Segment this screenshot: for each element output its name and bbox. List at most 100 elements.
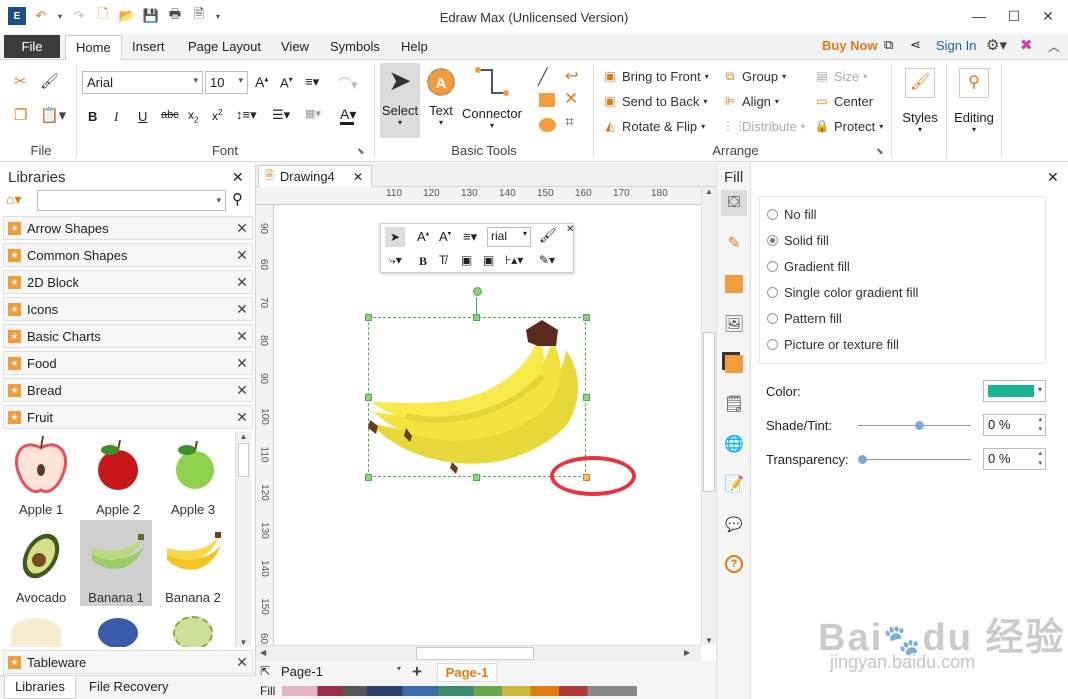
arc-tool-icon[interactable]: ↩: [565, 66, 578, 86]
close-icon[interactable]: ✕: [232, 247, 252, 264]
pointer-icon[interactable]: ➤: [385, 227, 405, 247]
image-icon[interactable]: 🖼: [721, 311, 747, 337]
library-item[interactable]: ★ Bread ✕: [3, 378, 253, 402]
tab-view[interactable]: View: [281, 39, 309, 54]
superscript-icon[interactable]: x2: [212, 108, 222, 123]
shape-banana-2[interactable]: Banana 2: [157, 520, 229, 606]
subscript-icon[interactable]: x2: [188, 108, 198, 124]
hyperlink-icon[interactable]: 🌐: [721, 431, 747, 457]
library-item[interactable]: ★ Basic Charts ✕: [3, 324, 253, 348]
tab-symbols[interactable]: Symbols: [330, 39, 380, 54]
close-window-icon[interactable]: ✕: [1031, 4, 1065, 28]
grow-font-icon[interactable]: A▴: [255, 74, 268, 90]
font-color-icon[interactable]: A▾: [340, 106, 356, 123]
shape-apple-1[interactable]: Apple 1: [5, 432, 77, 518]
copy-icon[interactable]: ❐: [14, 106, 27, 124]
fill-option-picture-texture[interactable]: Picture or texture fill: [767, 337, 899, 352]
protect-button[interactable]: 🔒 Protect ▾: [814, 118, 884, 134]
paste-icon[interactable]: 📋▾: [40, 106, 66, 124]
styles-button[interactable]: 🖌 Styles ▾: [897, 64, 943, 150]
text-direction-icon[interactable]: ⌒▾: [338, 74, 358, 93]
shrink-font-icon[interactable]: A▾: [280, 75, 293, 90]
shade-value-input[interactable]: 0 % ▴ ▾: [983, 414, 1046, 436]
fill-option-single-color-gradient[interactable]: Single color gradient fill: [767, 285, 918, 300]
center-button[interactable]: ▭ Center: [814, 93, 873, 109]
library-search-input[interactable]: ▾: [37, 190, 226, 211]
bring-to-front-button[interactable]: ▣ Bring to Front ▾: [602, 68, 708, 84]
comment-icon[interactable]: 💬: [721, 511, 747, 537]
rectangle-tool-icon[interactable]: [539, 93, 555, 107]
close-fill-panel-icon[interactable]: ✕: [1047, 169, 1059, 186]
strikethrough-icon[interactable]: abc: [161, 109, 179, 121]
library-home-icon[interactable]: ⌂▾: [6, 191, 21, 208]
libraries-tab[interactable]: Libraries: [4, 676, 76, 699]
shape-partial-blueberry[interactable]: [98, 618, 138, 647]
tab-help[interactable]: Help: [401, 39, 428, 54]
buy-now-link[interactable]: Buy Now: [822, 38, 878, 53]
line-spacing-icon[interactable]: ↕≡▾: [236, 107, 257, 123]
transparency-slider-track[interactable]: [858, 459, 971, 460]
fill-option-pattern-fill[interactable]: Pattern fill: [767, 311, 842, 326]
minimize-icon[interactable]: —: [962, 4, 996, 28]
underline-icon[interactable]: U: [138, 109, 147, 124]
line-tool-icon[interactable]: ╱: [538, 67, 548, 87]
page-list-icon[interactable]: ⇱: [260, 664, 270, 678]
font-dialog-launcher-icon[interactable]: ⬊: [357, 146, 365, 157]
connector-style-icon[interactable]: ⤷▾: [389, 253, 402, 268]
italic-icon[interactable]: I: [114, 109, 118, 125]
tab-page-layout[interactable]: Page Layout: [188, 39, 261, 54]
connector-tool-button[interactable]: Connector ▾: [460, 63, 524, 138]
cross-tool-icon[interactable]: ✕: [564, 89, 578, 109]
share-screen-icon[interactable]: ⧉: [884, 37, 893, 53]
layer-icon[interactable]: [721, 351, 747, 377]
close-icon[interactable]: ✕: [232, 220, 252, 237]
bring-front-icon[interactable]: ▣: [461, 253, 472, 267]
library-item[interactable]: ★ Icons ✕: [3, 297, 253, 321]
transparency-slider-thumb[interactable]: [858, 455, 867, 464]
bullets-icon[interactable]: ☰▾: [272, 107, 290, 123]
float-font-select[interactable]: rial ▾: [487, 227, 531, 247]
tab-home[interactable]: Home: [65, 35, 122, 61]
clear-format-icon[interactable]: T̸: [439, 253, 446, 267]
close-icon[interactable]: ✕: [232, 355, 252, 372]
font-size-select[interactable]: 10 ▾: [205, 71, 248, 94]
shape-banana-1[interactable]: Banana 1: [80, 520, 152, 606]
color-swatches[interactable]: [282, 686, 637, 696]
shape-avocado[interactable]: Avocado: [5, 520, 77, 606]
note-icon[interactable]: 📝: [721, 471, 747, 497]
file-recovery-tab[interactable]: File Recovery: [89, 679, 168, 694]
canvas-vertical-scrollbar[interactable]: ▲ ▼: [701, 187, 716, 645]
fill-option-gradient-fill[interactable]: Gradient fill: [767, 259, 850, 274]
close-icon[interactable]: ✕: [232, 274, 252, 291]
format-painter-icon[interactable]: 🖌: [539, 227, 557, 244]
rotate-flip-button[interactable]: ◭ Rotate & Flip ▾: [602, 118, 705, 134]
close-icon[interactable]: ✕: [232, 382, 252, 399]
document-tab[interactable]: 🗎 Drawing4 ✕: [258, 165, 372, 187]
canvas-horizontal-scrollbar[interactable]: ◀ ▶: [256, 645, 701, 661]
font-name-select[interactable]: Arial ▾: [82, 71, 203, 94]
send-back-icon[interactable]: ▣: [483, 253, 494, 267]
share-icon[interactable]: ⋖: [910, 37, 921, 53]
cut-icon[interactable]: ✂: [14, 72, 27, 90]
shape-apple-3[interactable]: Apple 3: [157, 432, 229, 518]
close-icon[interactable]: ✕: [232, 409, 252, 426]
shape-partial-bread[interactable]: [11, 618, 61, 647]
library-item[interactable]: ★ Fruit ✕: [3, 405, 253, 429]
text-tool-button[interactable]: A Text ▾: [423, 63, 459, 138]
ellipse-tool-icon[interactable]: [539, 118, 556, 132]
library-item-tableware[interactable]: ★ Tableware ✕: [3, 650, 253, 674]
library-item[interactable]: ★ 2D Block ✕: [3, 270, 253, 294]
shape-apple-2[interactable]: Apple 2: [82, 432, 154, 518]
group-button[interactable]: ⧉ Group ▾: [722, 68, 786, 84]
select-tool-button[interactable]: ➤ Select ▾: [380, 63, 420, 138]
help-icon[interactable]: ?: [721, 551, 747, 577]
transparency-value-input[interactable]: 0 % ▴ ▾: [983, 448, 1046, 470]
align-button[interactable]: ⊫ Align ▾: [722, 93, 779, 109]
bold-icon[interactable]: B: [419, 254, 427, 269]
search-icon[interactable]: ⚲: [232, 190, 243, 208]
close-libraries-icon[interactable]: ✕: [232, 169, 244, 186]
page-select[interactable]: Page-1 ▾: [281, 664, 401, 682]
grow-font-icon[interactable]: A▴: [417, 229, 429, 244]
close-icon[interactable]: ✕: [232, 654, 252, 671]
bold-icon[interactable]: B: [88, 109, 97, 124]
